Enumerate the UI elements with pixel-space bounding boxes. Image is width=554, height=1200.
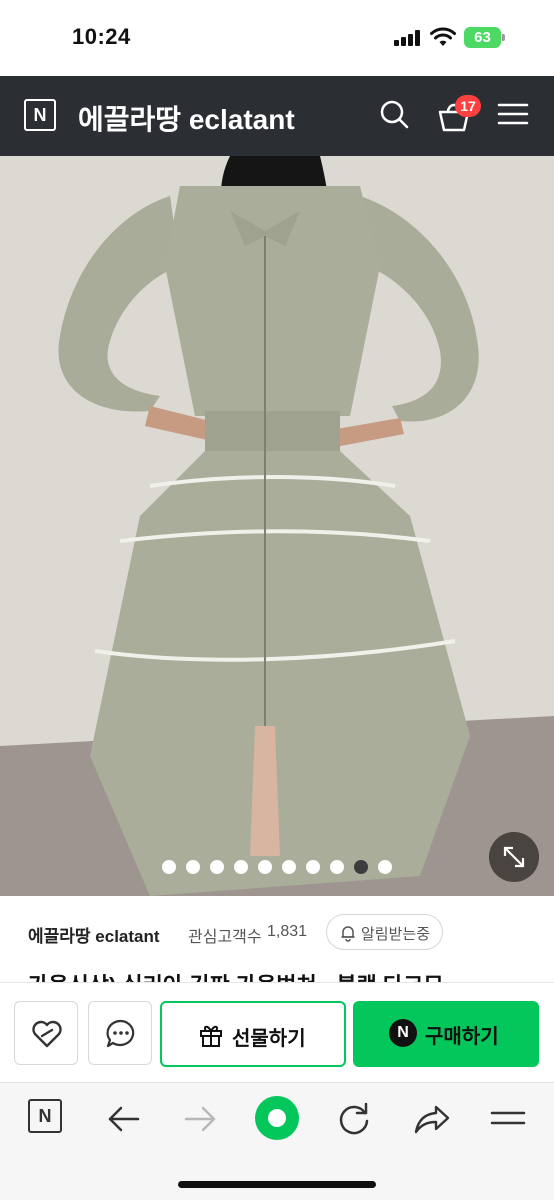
bell-icon (341, 926, 355, 942)
naver-home-icon[interactable]: N (28, 1099, 62, 1133)
buy-label: 구매하기 (425, 1026, 499, 1048)
talk-button[interactable] (88, 1001, 152, 1065)
follower-count: 1,831 (267, 923, 308, 940)
buy-button[interactable]: N 구매하기 (353, 1001, 539, 1067)
cellular-signal-icon (394, 30, 422, 46)
notification-button[interactable]: 알림받는중 (326, 914, 443, 950)
image-carousel-dots[interactable] (162, 860, 392, 874)
menu-icon[interactable] (486, 1097, 530, 1141)
carousel-dot[interactable] (258, 860, 272, 874)
home-indicator[interactable] (178, 1181, 376, 1188)
carousel-dot[interactable] (282, 860, 296, 874)
refresh-icon[interactable] (332, 1097, 376, 1141)
carousel-dot[interactable] (210, 860, 224, 874)
gift-button[interactable]: 선물하기 (160, 1001, 346, 1067)
green-dot-icon[interactable] (254, 1095, 300, 1141)
carousel-dot[interactable] (378, 860, 392, 874)
naver-pay-icon: N (389, 1019, 417, 1047)
battery-icon: 63 (464, 27, 506, 48)
search-icon[interactable] (376, 96, 412, 132)
carousel-dot[interactable] (306, 860, 320, 874)
store-info-row: 에끌라땅 eclatant 관심고객수 1,831 알림받는중 가을신상) 실리… (0, 896, 554, 998)
wishlist-button[interactable] (14, 1001, 78, 1065)
product-photo (0, 156, 554, 896)
gift-icon (200, 1025, 222, 1047)
chat-bubble-icon (106, 1019, 135, 1048)
carousel-dot[interactable] (186, 860, 200, 874)
carousel-dot-active[interactable] (354, 860, 368, 874)
store-title[interactable]: 에끌라땅 eclatant (78, 98, 295, 138)
wifi-icon (430, 27, 456, 46)
carousel-dot[interactable] (162, 860, 176, 874)
notification-label: 알림받는중 (361, 926, 431, 943)
status-bar: 10:24 63 (0, 0, 554, 76)
carousel-dot[interactable] (234, 860, 248, 874)
status-time: 10:24 (72, 24, 131, 49)
heart-icon (32, 1020, 62, 1048)
battery-level: 63 (464, 27, 501, 48)
store-name[interactable]: 에끌라땅 eclatant (28, 922, 160, 947)
cart-count-badge: 17 (455, 95, 481, 117)
product-image[interactable] (0, 156, 554, 896)
gift-label: 선물하기 (232, 1028, 306, 1050)
menu-icon[interactable] (495, 96, 531, 132)
follower-label: 관심고객수 (188, 929, 262, 946)
store-header: N 에끌라땅 eclatant 17 (0, 76, 554, 156)
share-icon[interactable] (410, 1097, 454, 1141)
forward-icon[interactable] (178, 1097, 222, 1141)
expand-image-icon[interactable] (489, 832, 539, 882)
browser-toolbar: N (0, 1082, 554, 1200)
purchase-action-bar: 선물하기 N 구매하기 (0, 982, 554, 1082)
back-icon[interactable] (102, 1097, 146, 1141)
naver-logo-icon[interactable]: N (24, 99, 56, 131)
carousel-dot[interactable] (330, 860, 344, 874)
